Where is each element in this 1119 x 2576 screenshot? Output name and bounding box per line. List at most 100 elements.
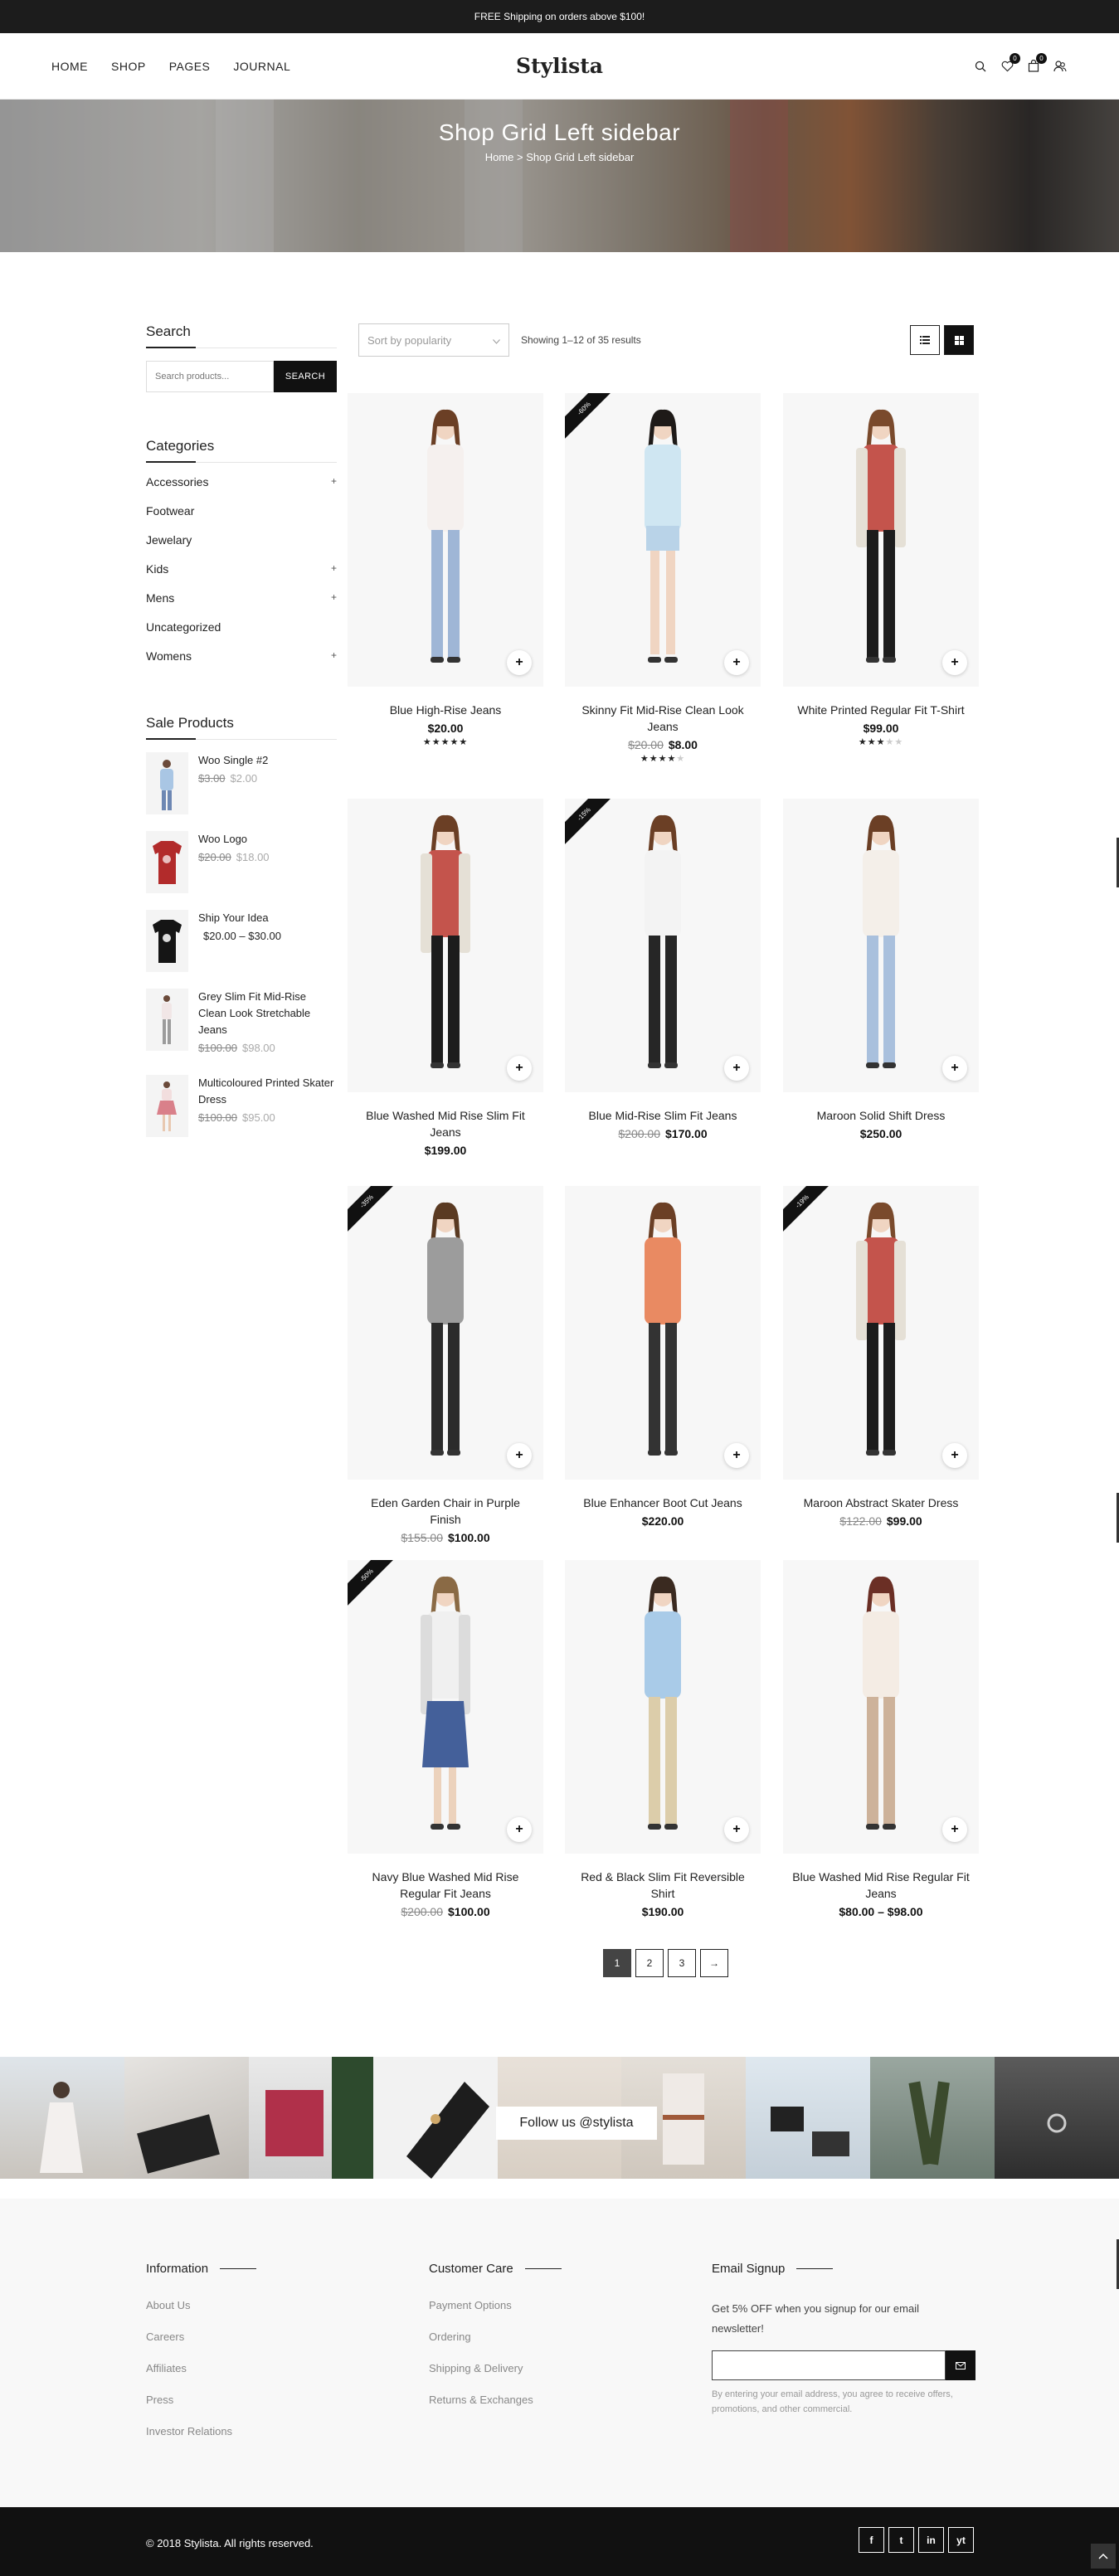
footer-link[interactable]: Payment Options (429, 2299, 562, 2331)
sale-product-thumb[interactable] (146, 989, 188, 1051)
search-button[interactable]: SEARCH (274, 361, 337, 392)
next-page-button[interactable]: → (700, 1949, 728, 1977)
sale-product-name[interactable]: Woo Single #2 (198, 752, 268, 769)
email-input[interactable] (712, 2350, 946, 2380)
product-image[interactable]: + (565, 1186, 761, 1480)
nav-home[interactable]: HOME (51, 60, 88, 73)
sale-product-name[interactable]: Grey Slim Fit Mid-Rise Clean Look Stretc… (198, 989, 337, 1038)
add-to-cart-button[interactable]: + (507, 1817, 532, 1842)
product-image[interactable]: -35% + (348, 1186, 543, 1480)
sale-product[interactable]: Woo Logo $20.00 $18.00 (146, 831, 337, 893)
instagram-photo[interactable] (0, 2057, 124, 2179)
email-submit-button[interactable] (946, 2350, 975, 2380)
expand-icon[interactable]: + (331, 562, 337, 574)
search-icon[interactable] (973, 59, 988, 74)
expand-icon[interactable]: + (331, 591, 337, 603)
footer-link[interactable]: Press (146, 2394, 256, 2425)
instagram-photo[interactable] (746, 2057, 871, 2179)
sale-product-name[interactable]: Multicoloured Printed Skater Dress (198, 1075, 337, 1108)
category-item[interactable]: Footwear (146, 504, 337, 533)
footer-link[interactable]: Investor Relations (146, 2425, 256, 2457)
search-input[interactable] (146, 361, 274, 392)
footer-link[interactable]: Ordering (429, 2331, 562, 2362)
add-to-cart-button[interactable]: + (942, 1817, 967, 1842)
site-logo[interactable]: Stylista (516, 54, 603, 78)
instagram-photo[interactable] (124, 2057, 249, 2179)
product-image[interactable]: + (783, 393, 979, 687)
linkedin-icon[interactable]: in (918, 2527, 944, 2553)
footer-link[interactable]: Careers (146, 2331, 256, 2362)
nav-shop[interactable]: SHOP (111, 60, 146, 73)
expand-icon[interactable]: + (331, 475, 337, 487)
footer-link[interactable]: About Us (146, 2299, 256, 2331)
product-card[interactable]: + Blue Washed Mid Rise Slim Fit Jeans $199… (348, 799, 543, 1157)
footer-link[interactable]: Returns & Exchanges (429, 2394, 562, 2425)
category-item[interactable]: Womens + (146, 649, 337, 678)
product-card[interactable]: -35% + Eden Garden Chair in Purple Finish $… (348, 1186, 543, 1544)
instagram-photo[interactable] (372, 2057, 498, 2179)
product-image[interactable]: -19% + (783, 1186, 979, 1480)
product-image[interactable]: + (783, 1560, 979, 1854)
product-image[interactable]: + (348, 799, 543, 1092)
product-image[interactable]: -15% + (565, 799, 761, 1092)
account-icon[interactable] (1053, 59, 1068, 74)
add-to-cart-button[interactable]: + (724, 650, 749, 675)
product-card[interactable]: + Maroon Solid Shift Dress $250.00 (783, 799, 979, 1140)
product-image[interactable]: -60% + (565, 393, 761, 687)
product-title[interactable]: Blue Mid-Rise Slim Fit Jeans (565, 1107, 761, 1124)
sale-product[interactable]: Ship Your Idea $20.00 – $30.00 (146, 910, 337, 972)
product-title[interactable]: Blue Washed Mid Rise Slim Fit Jeans (348, 1107, 543, 1140)
page-2-button[interactable]: 2 (635, 1949, 664, 1977)
add-to-cart-button[interactable]: + (507, 1056, 532, 1081)
product-title[interactable]: Skinny Fit Mid-Rise Clean Look Jeans (565, 702, 761, 735)
product-image[interactable]: + (348, 393, 543, 687)
product-title[interactable]: Blue High-Rise Jeans (348, 702, 543, 718)
add-to-cart-button[interactable]: + (942, 650, 967, 675)
sale-product-name[interactable]: Woo Logo (198, 831, 270, 848)
add-to-cart-button[interactable]: + (724, 1817, 749, 1842)
add-to-cart-button[interactable]: + (507, 650, 532, 675)
add-to-cart-button[interactable]: + (724, 1443, 749, 1468)
product-card[interactable]: -60% + Skinny Fit Mid-Rise Clean Look Jean… (565, 393, 761, 764)
sale-product[interactable]: Woo Single #2 $3.00 $2.00 (146, 752, 337, 814)
nav-pages[interactable]: PAGES (169, 60, 211, 73)
twitter-icon[interactable]: t (888, 2527, 914, 2553)
category-item[interactable]: Accessories + (146, 475, 337, 504)
product-card[interactable]: -19% + Maroon Abstract Skater Dress $122.00… (783, 1186, 979, 1528)
list-view-button[interactable] (910, 325, 940, 355)
cart-icon[interactable]: 0 (1026, 52, 1047, 74)
nav-journal[interactable]: JOURNAL (233, 60, 290, 73)
product-image[interactable]: -50% + (348, 1560, 543, 1854)
page-3-button[interactable]: 3 (668, 1949, 696, 1977)
product-title[interactable]: Red & Black Slim Fit Reversible Shirt (565, 1869, 761, 1902)
product-title[interactable]: Eden Garden Chair in Purple Finish (348, 1495, 543, 1528)
add-to-cart-button[interactable]: + (507, 1443, 532, 1468)
category-item[interactable]: Jewelary (146, 533, 337, 562)
product-title[interactable]: White Printed Regular Fit T-Shirt (783, 702, 979, 718)
sort-select[interactable]: Sort by popularity (358, 323, 509, 357)
product-image[interactable]: + (783, 799, 979, 1092)
product-card[interactable]: -50% + Navy Blue Washed Mid Rise Regular F… (348, 1560, 543, 1918)
category-item[interactable]: Uncategorized (146, 620, 337, 649)
expand-icon[interactable]: + (331, 649, 337, 661)
product-card[interactable]: + Blue High-Rise Jeans $20.00 ★★★★★ (348, 393, 543, 747)
footer-link[interactable]: Affiliates (146, 2362, 256, 2394)
page-1-button[interactable]: 1 (603, 1949, 631, 1977)
product-title[interactable]: Maroon Solid Shift Dress (783, 1107, 979, 1124)
footer-link[interactable]: Shipping & Delivery (429, 2362, 562, 2394)
product-card[interactable]: + Red & Black Slim Fit Reversible Shirt $1… (565, 1560, 761, 1918)
scroll-to-top-button[interactable] (1091, 2544, 1116, 2569)
add-to-cart-button[interactable]: + (942, 1443, 967, 1468)
instagram-follow-label[interactable]: Follow us @stylista (496, 2107, 657, 2140)
instagram-photo[interactable] (248, 2057, 373, 2179)
sale-product-name[interactable]: Ship Your Idea (198, 910, 281, 926)
youtube-icon[interactable]: yt (948, 2527, 974, 2553)
product-card[interactable]: + Blue Washed Mid Rise Regular Fit Jeans $… (783, 1560, 979, 1918)
sale-product[interactable]: Multicoloured Printed Skater Dress $100.0… (146, 1075, 337, 1137)
sale-product[interactable]: Grey Slim Fit Mid-Rise Clean Look Stretc… (146, 989, 337, 1058)
category-item[interactable]: Mens + (146, 591, 337, 620)
sale-product-thumb[interactable] (146, 910, 188, 972)
facebook-icon[interactable]: f (859, 2527, 884, 2553)
product-title[interactable]: Blue Washed Mid Rise Regular Fit Jeans (783, 1869, 979, 1902)
wishlist-icon[interactable]: 0 (1000, 52, 1020, 74)
